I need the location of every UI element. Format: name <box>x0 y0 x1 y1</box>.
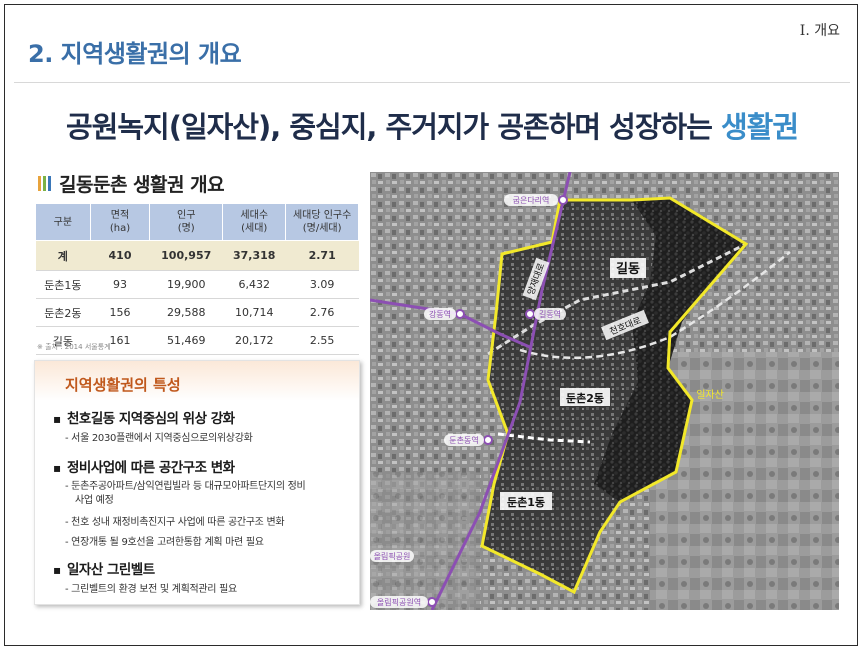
source-note: ※ 출처 : 2014 서울통계 <box>37 343 111 351</box>
table-header-area: 면적 (ha) <box>89 203 151 241</box>
overview-table: 구분 면적 (ha) 인구 (명) 세대수 (세대) 세대당 인구수 (명/세대) 계4… <box>35 203 359 355</box>
station-label-gubeundari: 굽은다리역 <box>513 195 550 205</box>
header-divider <box>14 82 850 83</box>
table-row: 둔촌1동 93 19,900 6,432 3.09 <box>35 270 359 299</box>
feature-detail: 사업 예정 <box>75 495 114 506</box>
station-label-olympic-park-station: 올림픽공원역 <box>377 597 421 607</box>
district-label-dunchon1: 둔촌1동 <box>507 495 545 509</box>
station-label-dunchondong: 둔촌동역 <box>449 435 478 445</box>
feature-detail: - 서울 2030플랜에서 지역중심으로의위상강화 <box>65 433 253 444</box>
headline-highlight: 생활권 <box>720 110 799 144</box>
station-label-olympic-park: 올림픽공원 <box>374 551 411 561</box>
features-box: 지역생활권의 특성 천호길동 지역중심의 위상 강화 - 서울 2030플랜에서… <box>34 360 360 605</box>
section-title: 2. 지역생활권의 개요 <box>28 40 242 68</box>
feature-detail: - 연장개통 될 9호선을 고려한통합 계획 마련 필요 <box>65 537 264 548</box>
feature-bullet: 일자산 그린벨트 <box>53 558 155 578</box>
overview-heading: 길동둔촌 생활권 개요 <box>38 170 225 197</box>
feature-bullet: 정비사업에 따른 공간구조 변화 <box>53 456 235 476</box>
table-row-total: 계 410 100,957 37,318 2.71 <box>35 240 359 271</box>
station-label-gildong: 길동역 <box>539 309 561 319</box>
bar-chart-icon <box>38 176 51 191</box>
station-label-gangdong: 강동역 <box>429 309 451 319</box>
features-title: 지역생활권의 특성 <box>65 376 181 394</box>
section-number: Ⅰ. 개요 <box>799 23 840 39</box>
feature-bullet: 천호길동 지역중심의 위상 강화 <box>53 407 235 427</box>
district-label-gildong: 길동 <box>616 262 640 277</box>
table-header-category: 구분 <box>35 203 91 241</box>
aerial-map: 굽은다리역 강동역 길동역 둔촌동역 올림픽공원 올림픽공원역 길동 둔촌2동 … <box>370 172 839 610</box>
district-label-dunchon2: 둔촌2동 <box>566 391 604 405</box>
table-header-population: 인구 (명) <box>149 203 224 241</box>
table-header-per-household: 세대당 인구수 (명/세대) <box>285 203 359 241</box>
feature-detail: - 둔촌주공아파트/삼익연립빌라 등 대규모아파트단지의 정비 <box>65 481 306 492</box>
feature-detail: - 그린벨트의 환경 보전 및 계획적관리 필요 <box>65 584 237 595</box>
table-row: 둔촌2동 156 29,588 10,714 2.76 <box>35 298 359 327</box>
headline: 공원녹지(일자산), 중심지, 주거지가 공존하며 성장하는 생활권 <box>0 104 864 146</box>
feature-detail: - 천호 성내 재정비촉진지구 사업에 따른 공간구조 변화 <box>65 517 285 528</box>
table-header-households: 세대수 (세대) <box>222 203 287 241</box>
overview-title: 길동둔촌 생활권 개요 <box>59 174 225 196</box>
mountain-label-iljasan: 일자산 <box>696 389 724 401</box>
headline-main: 공원녹지(일자산), 중심지, 주거지가 공존하며 성장하는 <box>65 110 721 144</box>
